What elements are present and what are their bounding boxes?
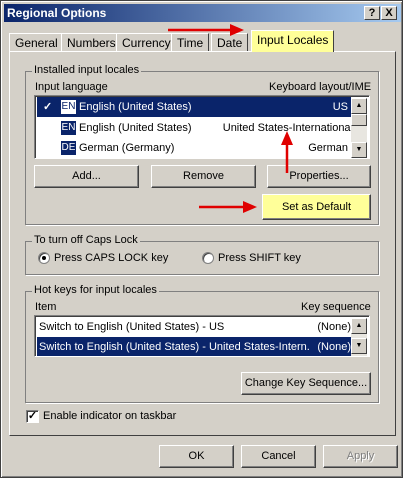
locale-language: English (United States): [79, 122, 192, 134]
list-item[interactable]: ✓ EN English (United States) US: [37, 97, 351, 117]
tab-numbers[interactable]: Numbers: [61, 33, 122, 52]
table-row[interactable]: Switch to English (United States) - US (…: [37, 317, 353, 337]
change-key-sequence-label: Change Key Sequence...: [244, 377, 368, 389]
regional-options-dialog: Regional Options ? X General Numbers Cur…: [0, 0, 403, 478]
locale-layout: US: [332, 101, 348, 113]
ok-button[interactable]: OK: [159, 445, 234, 468]
remove-button[interactable]: Remove: [151, 165, 256, 188]
apply-button-label: Apply: [346, 450, 375, 462]
scroll-thumb[interactable]: [351, 114, 367, 126]
annotation-arrow-default: [199, 201, 257, 213]
taskbar-indicator-label[interactable]: Enable indicator on taskbar: [43, 410, 176, 422]
caps-lock-radio-label[interactable]: Press CAPS LOCK key: [54, 252, 168, 264]
shift-radio-label[interactable]: Press SHIFT key: [218, 252, 301, 264]
help-button[interactable]: ?: [364, 6, 380, 20]
locale-language: English (United States): [79, 101, 192, 113]
col-keyboard-layout: Keyboard layout/IME: [269, 81, 372, 93]
properties-button-label: Properties...: [289, 170, 349, 182]
list-item[interactable]: EN English (United States) United States…: [37, 118, 353, 138]
scroll-up-icon[interactable]: ▲: [351, 98, 367, 114]
locale-badge: EN: [61, 100, 76, 114]
table-row[interactable]: Switch to English (United States) - Unit…: [37, 337, 353, 356]
hotkey-sequence: (None): [317, 321, 351, 333]
cancel-button-label: Cancel: [261, 450, 296, 462]
list-item[interactable]: DE German (Germany) German: [37, 138, 351, 158]
add-button-label: Add...: [72, 170, 101, 182]
shift-radio[interactable]: [202, 252, 214, 264]
locale-layout: German: [308, 142, 348, 154]
hotkeys-scrollbar[interactable]: ▲ ▼: [351, 318, 367, 356]
installed-locales-label: Installed input locales: [32, 64, 142, 76]
hotkey-item: Switch to English (United States) - US: [39, 321, 225, 333]
locale-language: German (Germany): [79, 142, 175, 154]
cancel-button[interactable]: Cancel: [241, 445, 316, 468]
capslock-group-label: To turn off Caps Lock: [32, 234, 140, 246]
tab-input-locales[interactable]: Input Locales: [251, 30, 335, 52]
hotkeys-list[interactable]: Switch to English (United States) - US (…: [34, 315, 370, 357]
hotkey-sequence: (None): [317, 341, 351, 353]
scroll-up-icon[interactable]: ▲: [351, 318, 367, 334]
locale-badge: EN: [61, 121, 76, 135]
default-check-icon: ✓: [43, 101, 53, 113]
locale-badge: DE: [61, 141, 76, 155]
remove-button-label: Remove: [183, 170, 224, 182]
hotkey-item: Switch to English (United States) - Unit…: [39, 341, 309, 353]
apply-button[interactable]: Apply: [323, 445, 398, 468]
change-key-sequence-button[interactable]: Change Key Sequence...: [241, 372, 371, 395]
col-item: Item: [35, 301, 57, 313]
set-as-default-label: Set as Default: [281, 201, 352, 213]
set-as-default-button[interactable]: Set as Default: [262, 194, 371, 220]
close-button[interactable]: X: [381, 6, 397, 20]
caps-lock-radio[interactable]: [38, 252, 50, 264]
col-key-sequence: Key sequence: [301, 301, 371, 313]
title-bar: Regional Options ? X: [4, 4, 401, 22]
window-title: Regional Options: [7, 6, 107, 20]
scroll-down-icon[interactable]: ▼: [351, 338, 367, 354]
annotation-arrow-tab: [168, 24, 244, 36]
tab-general[interactable]: General: [9, 33, 64, 52]
hotkeys-group-label: Hot keys for input locales: [32, 284, 159, 296]
locales-scrollbar[interactable]: ▲ ▼: [351, 98, 367, 158]
ok-button-label: OK: [188, 450, 205, 462]
taskbar-indicator-checkbox[interactable]: ✓: [26, 410, 39, 423]
col-input-language: Input language: [35, 81, 108, 93]
add-button[interactable]: Add...: [34, 165, 139, 188]
installed-locales-list[interactable]: ✓ EN English (United States) US EN Engli…: [34, 95, 370, 159]
annotation-arrow-up: [281, 131, 293, 173]
scroll-down-icon[interactable]: ▼: [351, 142, 367, 158]
